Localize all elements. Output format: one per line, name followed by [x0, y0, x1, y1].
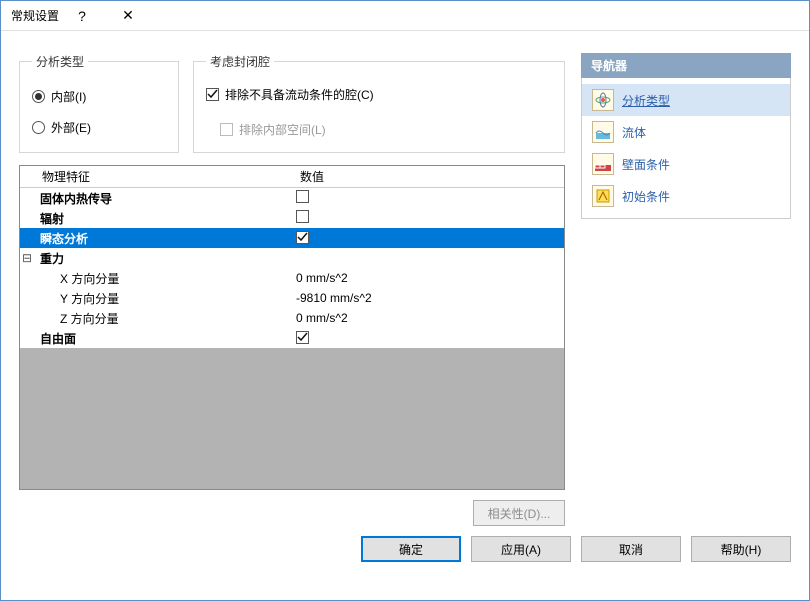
grid-row[interactable]: 瞬态分析: [20, 228, 564, 248]
checkbox-icon: [296, 190, 309, 203]
grid-cell-label: 固体内热传导: [34, 190, 292, 207]
grid-header: 物理特征 数值: [20, 166, 564, 188]
cavity-legend: 考虑封闭腔: [206, 53, 274, 70]
grid-row[interactable]: Z 方向分量0 mm/s^2: [20, 308, 564, 328]
grid-row[interactable]: ⊟重力: [20, 248, 564, 268]
radio-internal[interactable]: 内部(I): [32, 88, 166, 105]
radio-icon: [32, 121, 45, 134]
nav-item-label: 流体: [622, 124, 646, 141]
cancel-button[interactable]: 取消: [581, 536, 681, 562]
analysis-type-legend: 分析类型: [32, 53, 88, 70]
col-feature: 物理特征: [34, 166, 292, 187]
nav-item[interactable]: 初始条件: [582, 180, 790, 212]
navigator-panel: 导航器 分析类型流体壁面条件初始条件: [581, 53, 791, 526]
grid-empty-area: [20, 348, 564, 489]
radio-label: 内部(I): [51, 88, 86, 105]
grid-row[interactable]: 自由面: [20, 328, 564, 348]
grid-cell-label: Y 方向分量: [34, 290, 292, 307]
exclude-no-flow-checkbox[interactable]: 排除不具备流动条件的腔(C): [206, 86, 552, 103]
radio-label: 外部(E): [51, 119, 91, 136]
grid-cell-value: -9810 mm/s^2: [292, 291, 564, 305]
nav-item[interactable]: 壁面条件: [582, 148, 790, 180]
nav-item-label: 分析类型: [622, 92, 670, 109]
help-button[interactable]: ?: [59, 1, 105, 31]
checkbox-icon: [220, 123, 233, 136]
atom-icon: [592, 89, 614, 111]
grid-cell-value[interactable]: [292, 210, 564, 226]
grid-row[interactable]: Y 方向分量-9810 mm/s^2: [20, 288, 564, 308]
grid-row[interactable]: X 方向分量0 mm/s^2: [20, 268, 564, 288]
wall-icon: [592, 153, 614, 175]
exclude-inner-checkbox: 排除内部空间(L): [220, 121, 552, 138]
nav-item-label: 初始条件: [622, 188, 670, 205]
grid-cell-label: 瞬态分析: [34, 230, 292, 247]
physical-features-grid: 物理特征 数值 固体内热传导辐射瞬态分析⊟重力X 方向分量0 mm/s^2Y 方…: [19, 165, 565, 490]
grid-cell-label: 自由面: [34, 330, 292, 347]
nav-item-label: 壁面条件: [622, 156, 670, 173]
apply-button[interactable]: 应用(A): [471, 536, 571, 562]
window-title: 常规设置: [11, 7, 59, 24]
grid-row[interactable]: 辐射: [20, 208, 564, 228]
grid-cell-value[interactable]: [292, 190, 564, 206]
dependency-button: 相关性(D)...: [473, 500, 565, 526]
closed-cavity-group: 考虑封闭腔 排除不具备流动条件的腔(C) 排除内部空间(L): [193, 53, 565, 153]
grid-cell-label: 辐射: [34, 210, 292, 227]
grid-row[interactable]: 固体内热传导: [20, 188, 564, 208]
checkbox-label: 排除不具备流动条件的腔(C): [225, 86, 374, 103]
initial-icon: [592, 185, 614, 207]
grid-cell-value[interactable]: [292, 331, 564, 346]
nav-item[interactable]: 流体: [582, 116, 790, 148]
grid-cell-label: Z 方向分量: [34, 310, 292, 327]
grid-cell-label: 重力: [34, 250, 292, 267]
grid-cell-label: X 方向分量: [34, 270, 292, 287]
grid-cell-value: 0 mm/s^2: [292, 311, 564, 325]
nav-item[interactable]: 分析类型: [582, 84, 790, 116]
grid-cell-value[interactable]: [292, 231, 564, 246]
help-btn[interactable]: 帮助(H): [691, 536, 791, 562]
radio-external[interactable]: 外部(E): [32, 119, 166, 136]
checkbox-icon: [296, 331, 309, 344]
radio-icon: [32, 90, 45, 103]
titlebar: 常规设置 ? ✕: [1, 1, 809, 31]
checkbox-label: 排除内部空间(L): [239, 121, 326, 138]
ok-button[interactable]: 确定: [361, 536, 461, 562]
grid-cell-value: 0 mm/s^2: [292, 271, 564, 285]
fluid-icon: [592, 121, 614, 143]
col-value: 数值: [292, 166, 564, 187]
checkbox-icon: [296, 210, 309, 223]
checkbox-icon: [296, 231, 309, 244]
close-button[interactable]: ✕: [105, 1, 151, 31]
checkbox-icon: [206, 88, 219, 101]
analysis-type-group: 分析类型 内部(I) 外部(E): [19, 53, 179, 153]
navigator-header: 导航器: [581, 53, 791, 78]
